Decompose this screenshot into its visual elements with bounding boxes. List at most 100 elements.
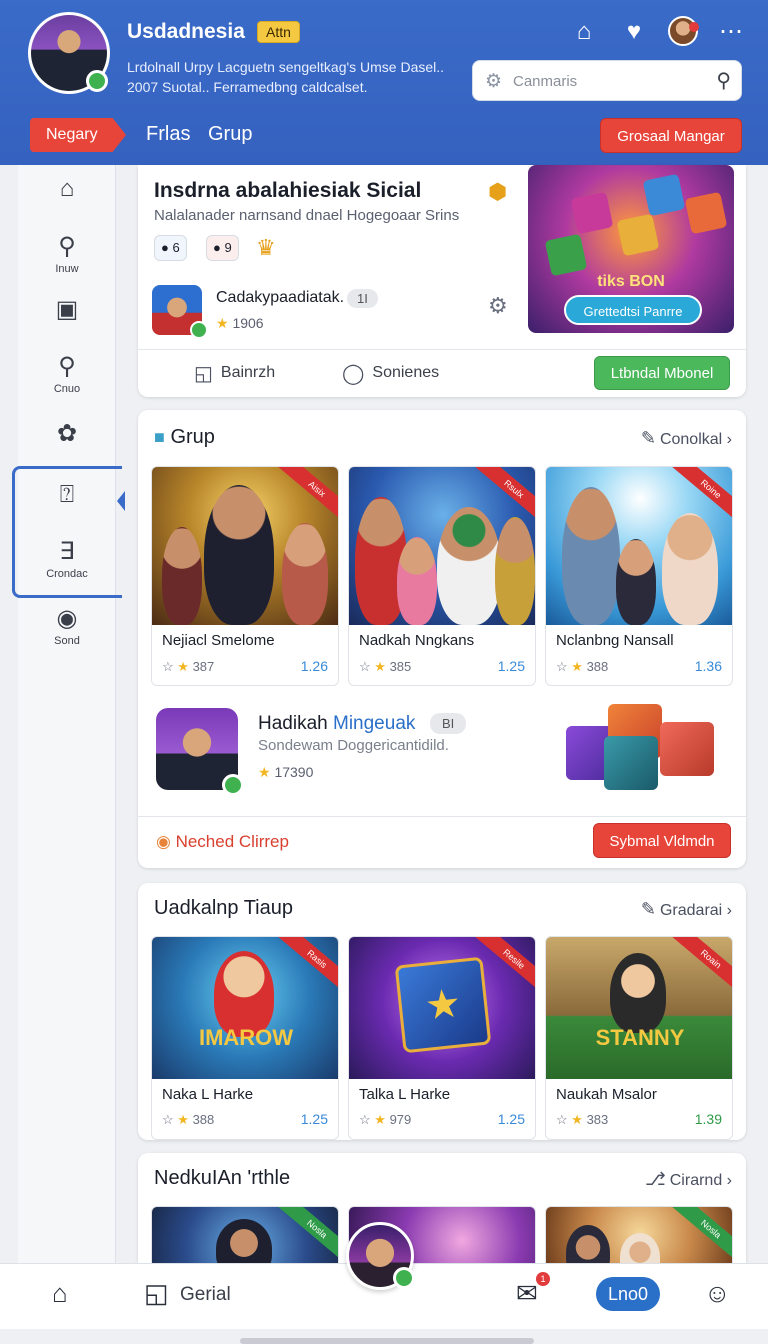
tile-meta: ☆ ★ 383 [556, 1112, 609, 1127]
star-icon: ★ [177, 659, 189, 674]
gift-box-icon [544, 233, 588, 277]
sidebar-item-sond[interactable]: ◉ Sond [18, 605, 116, 647]
group-tile[interactable]: Roine Nclanbng Nansall ☆ ★ 388 1.36 [545, 466, 733, 686]
grid-icon: ▣ [55, 296, 79, 323]
star-icon: ★ [258, 764, 271, 780]
tile-value: 1.25 [300, 1111, 328, 1127]
gift-box-icon [616, 213, 660, 257]
tile-name: Naukah Msalor [556, 1086, 657, 1103]
user-icon[interactable]: ☺ [704, 1278, 731, 1309]
star-cube-icon: ★ [394, 956, 492, 1054]
gem-icon: ⬢ [488, 179, 508, 204]
online-status-icon [393, 1267, 415, 1289]
star-icon: ★ [374, 1112, 386, 1127]
group-tile[interactable]: Rsulx Nadkah Nngkans ☆ ★ 385 1.25 [348, 466, 536, 686]
section-link[interactable]: ✎ Conolkal › [641, 428, 732, 449]
bookmark-icon[interactable]: ◱ [144, 1278, 169, 1309]
tile-name: Nclanbng Nansall [556, 632, 674, 649]
tile-name: Nejiacl Smelome [162, 632, 275, 649]
sidebar-active-indicator [12, 466, 122, 598]
more-icon[interactable]: ⋯ [716, 17, 746, 47]
sidebar-item-search[interactable]: ⚲ Cnuo [18, 353, 116, 395]
edit-icon: ✎ [640, 428, 656, 448]
header-action-button[interactable]: Grosaal Mangar [600, 118, 742, 153]
game-tile[interactable]: ★ Resile Talka L Harke ☆ ★ 979 1.25 [348, 936, 536, 1140]
featured-title: Insdrna abalahiesiak Sicial [154, 179, 422, 202]
featured-user-avatar[interactable] [152, 285, 208, 339]
group-user-tag: BI [430, 713, 467, 734]
sidebar-item-grid[interactable]: ▣ [18, 296, 116, 326]
header-profile-avatar[interactable] [668, 16, 699, 46]
search-input[interactable] [513, 69, 693, 93]
home-indicator[interactable] [240, 1338, 534, 1344]
heart-icon[interactable]: ♥ [619, 17, 649, 47]
star-icon: ★ [177, 1112, 189, 1127]
star-icon: ★ [571, 659, 583, 674]
chip-ticket[interactable]: ● 9 [206, 235, 239, 261]
tile-art-text: STANNY [595, 1025, 685, 1050]
home-icon[interactable]: ⌂ [52, 1278, 68, 1309]
settings-icon[interactable]: ⚙ [488, 293, 508, 319]
cube-icon: ■ [154, 427, 165, 447]
action-bainrzh[interactable]: ◱ Bainrzh [194, 361, 275, 386]
star-icon: ★ [216, 315, 229, 331]
gear-icon[interactable]: ⚙ [485, 70, 502, 93]
nedkulan-card: NedkuIAn 'rthle ⎇ Cirarnd › Nosla Nosla [138, 1153, 746, 1273]
tile-value: 1.25 [497, 1111, 525, 1127]
nav-pill-negary[interactable]: Negary [30, 118, 126, 152]
gift-box-icon [570, 191, 614, 235]
sidebar-item-user[interactable]: ⚲ Inuw [18, 233, 116, 275]
tile-name: Talka L Harke [359, 1086, 451, 1103]
bottom-nav-pill[interactable]: Lno0 [596, 1277, 660, 1311]
tab-grup[interactable]: Grup [208, 123, 252, 146]
group-user-name[interactable]: Hadikah Mingeuak [258, 713, 415, 735]
home-icon[interactable]: ⌂ [569, 17, 599, 47]
title-badge: Attn [257, 21, 300, 43]
profile-avatar[interactable] [28, 12, 110, 94]
tile-value: 1.36 [694, 658, 722, 674]
gift-box-icon [642, 173, 686, 217]
group-user-avatar[interactable] [156, 708, 244, 796]
sidebar-item-home[interactable]: ⌂ [18, 175, 116, 205]
search-box[interactable]: ⚙ ⚲ [472, 60, 742, 101]
tile-value: 1.26 [300, 658, 328, 674]
chat-icon: ✿ [56, 420, 78, 447]
featured-card: Insdrna abalahiesiak Sicial ⬢ Nalalanade… [138, 165, 746, 397]
comment-icon: ◯ [342, 363, 365, 385]
search-icon[interactable]: ⚲ [716, 68, 731, 93]
sidebar-item-chat[interactable]: ✿ [18, 420, 116, 450]
divider [138, 349, 746, 350]
dot-icon: ◉ [56, 605, 78, 632]
bag-icon: ◱ [194, 363, 213, 385]
star-icon: ★ [374, 659, 386, 674]
tab-frlas[interactable]: Frlas [146, 123, 190, 146]
group-tile[interactable]: Aisix Nejiacl Smelome ☆ ★ 387 1.26 [151, 466, 339, 686]
red-action-button[interactable]: Sybmal Vldmdn [593, 823, 731, 858]
online-status-icon [86, 70, 108, 92]
chip-coin[interactable]: ● 6 [154, 235, 187, 261]
section-link[interactable]: ⎇ Cirarnd › [645, 1169, 732, 1190]
notification-badge: 1 [536, 1272, 550, 1286]
section-link[interactable]: ✎ Gradarai › [641, 899, 732, 920]
banner-title: tiks BON [597, 273, 665, 290]
action-sonienes[interactable]: ◯ Sonienes [342, 361, 439, 386]
featured-user-name[interactable]: Cadakypaadiatak. [216, 289, 344, 307]
online-status-icon [190, 321, 208, 339]
center-profile-avatar[interactable] [346, 1222, 415, 1290]
section-title: NedkuIAn 'rthle [154, 1167, 291, 1189]
bottom-nav-label[interactable]: Gerial [180, 1284, 231, 1306]
notification-icon[interactable]: ✉ [516, 1278, 538, 1309]
promo-banner[interactable]: tiks BON Grettedtsi Panrre [528, 165, 734, 333]
banner-button[interactable]: Grettedtsi Panrre [564, 295, 702, 325]
tile-value: 1.25 [497, 658, 525, 674]
star-icon: ★ [571, 1112, 583, 1127]
footer-link[interactable]: ◉ Neched Clirrep [156, 832, 289, 852]
game-tile[interactable]: IMAROW Rasis Naka L Harke ☆ ★ 388 1.25 [151, 936, 339, 1140]
green-action-button[interactable]: Ltbndal Mbonel [594, 356, 730, 390]
featured-subtitle: Nalalanader narnsand dnael Hogegoaar Sri… [154, 207, 460, 224]
app-title: Usdadnesia [127, 20, 245, 43]
game-tile[interactable]: STANNY Roain Naukah Msalor ☆ ★ 383 1.39 [545, 936, 733, 1140]
section-title: ■ Grup [154, 426, 215, 448]
tile-name: Naka L Harke [162, 1086, 254, 1103]
app-header: Usdadnesia Attn Lrdolnall Urpy Lacguetn … [0, 0, 768, 165]
